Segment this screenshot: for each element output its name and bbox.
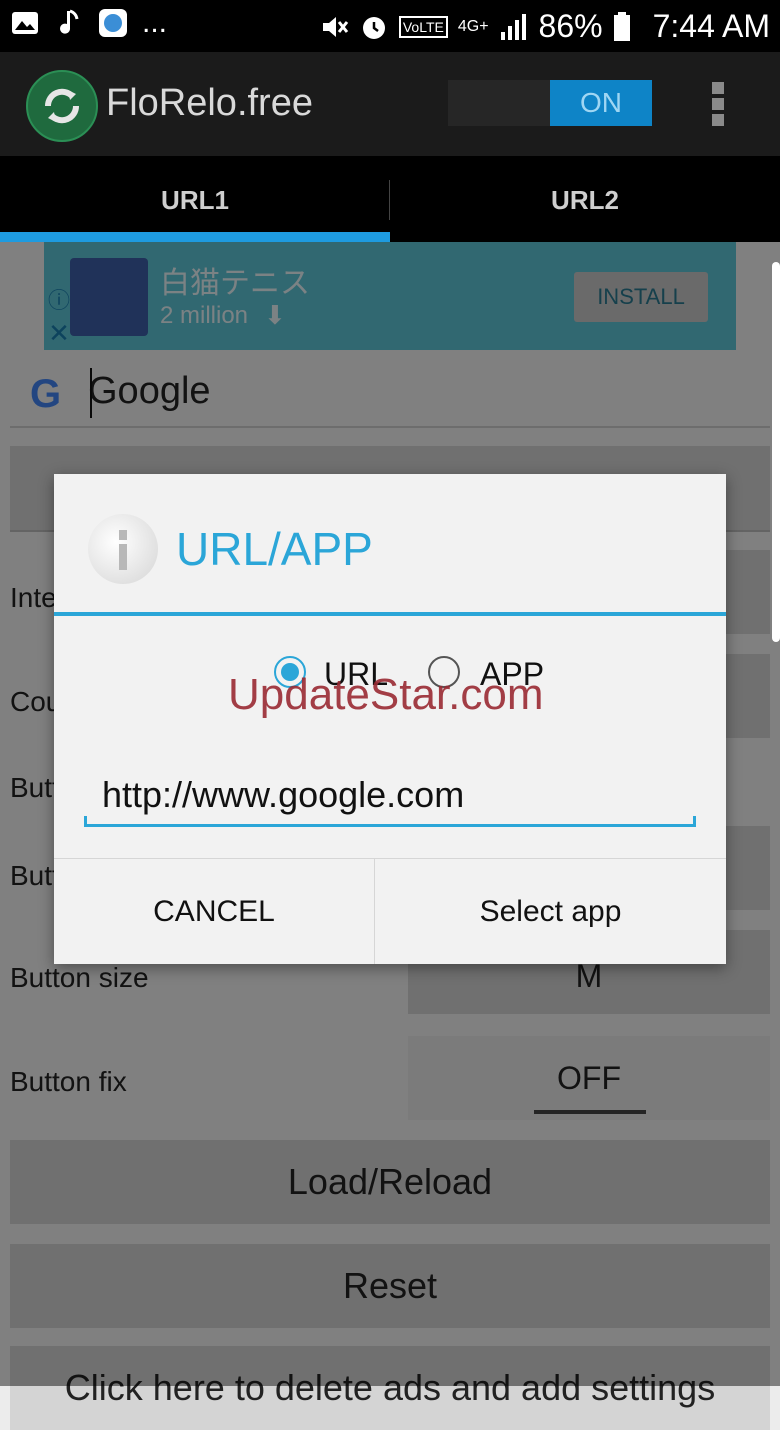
- status-bar: ... VoLTE 4G+ 86% 7:44 AM: [0, 0, 780, 52]
- url-input-underline: [84, 816, 696, 827]
- tab-url2[interactable]: URL2: [390, 156, 780, 242]
- power-toggle-on-label[interactable]: ON: [550, 80, 652, 126]
- app-bar: FloRelo.free ON: [0, 52, 780, 156]
- url-app-dialog: URL/APP URL APP UpdateStar.com http://ww…: [54, 474, 726, 964]
- app-notification-icon: [98, 8, 128, 38]
- mute-icon: [319, 12, 349, 42]
- info-icon: [88, 514, 158, 584]
- app-title: FloRelo.free: [106, 82, 313, 124]
- select-app-button[interactable]: Select app: [375, 859, 726, 964]
- clock: 7:44 AM: [652, 8, 770, 44]
- app-logo-icon: [26, 70, 98, 142]
- tab-bar: URL1 URL2: [0, 156, 780, 242]
- dialog-title: URL/APP: [176, 523, 373, 575]
- music-note-icon: [54, 8, 84, 38]
- gallery-icon: [10, 8, 40, 38]
- battery-percent: 86%: [538, 8, 603, 44]
- dialog-title-divider: [54, 612, 726, 616]
- alarm-icon: [359, 12, 389, 42]
- signal-icon: [499, 12, 529, 42]
- url-input[interactable]: http://www.google.com: [102, 774, 464, 816]
- volte-badge: VoLTE: [398, 15, 448, 38]
- cancel-button[interactable]: CANCEL: [54, 859, 374, 964]
- scrollbar[interactable]: [772, 262, 780, 642]
- more-notifications: ...: [142, 6, 168, 39]
- tab-url1[interactable]: URL1: [0, 156, 390, 242]
- overflow-menu-icon[interactable]: [712, 82, 726, 128]
- watermark: UpdateStar.com: [228, 670, 544, 719]
- network-type: 4G+: [457, 17, 489, 35]
- battery-icon: [613, 11, 643, 42]
- tab-indicator: [0, 232, 390, 242]
